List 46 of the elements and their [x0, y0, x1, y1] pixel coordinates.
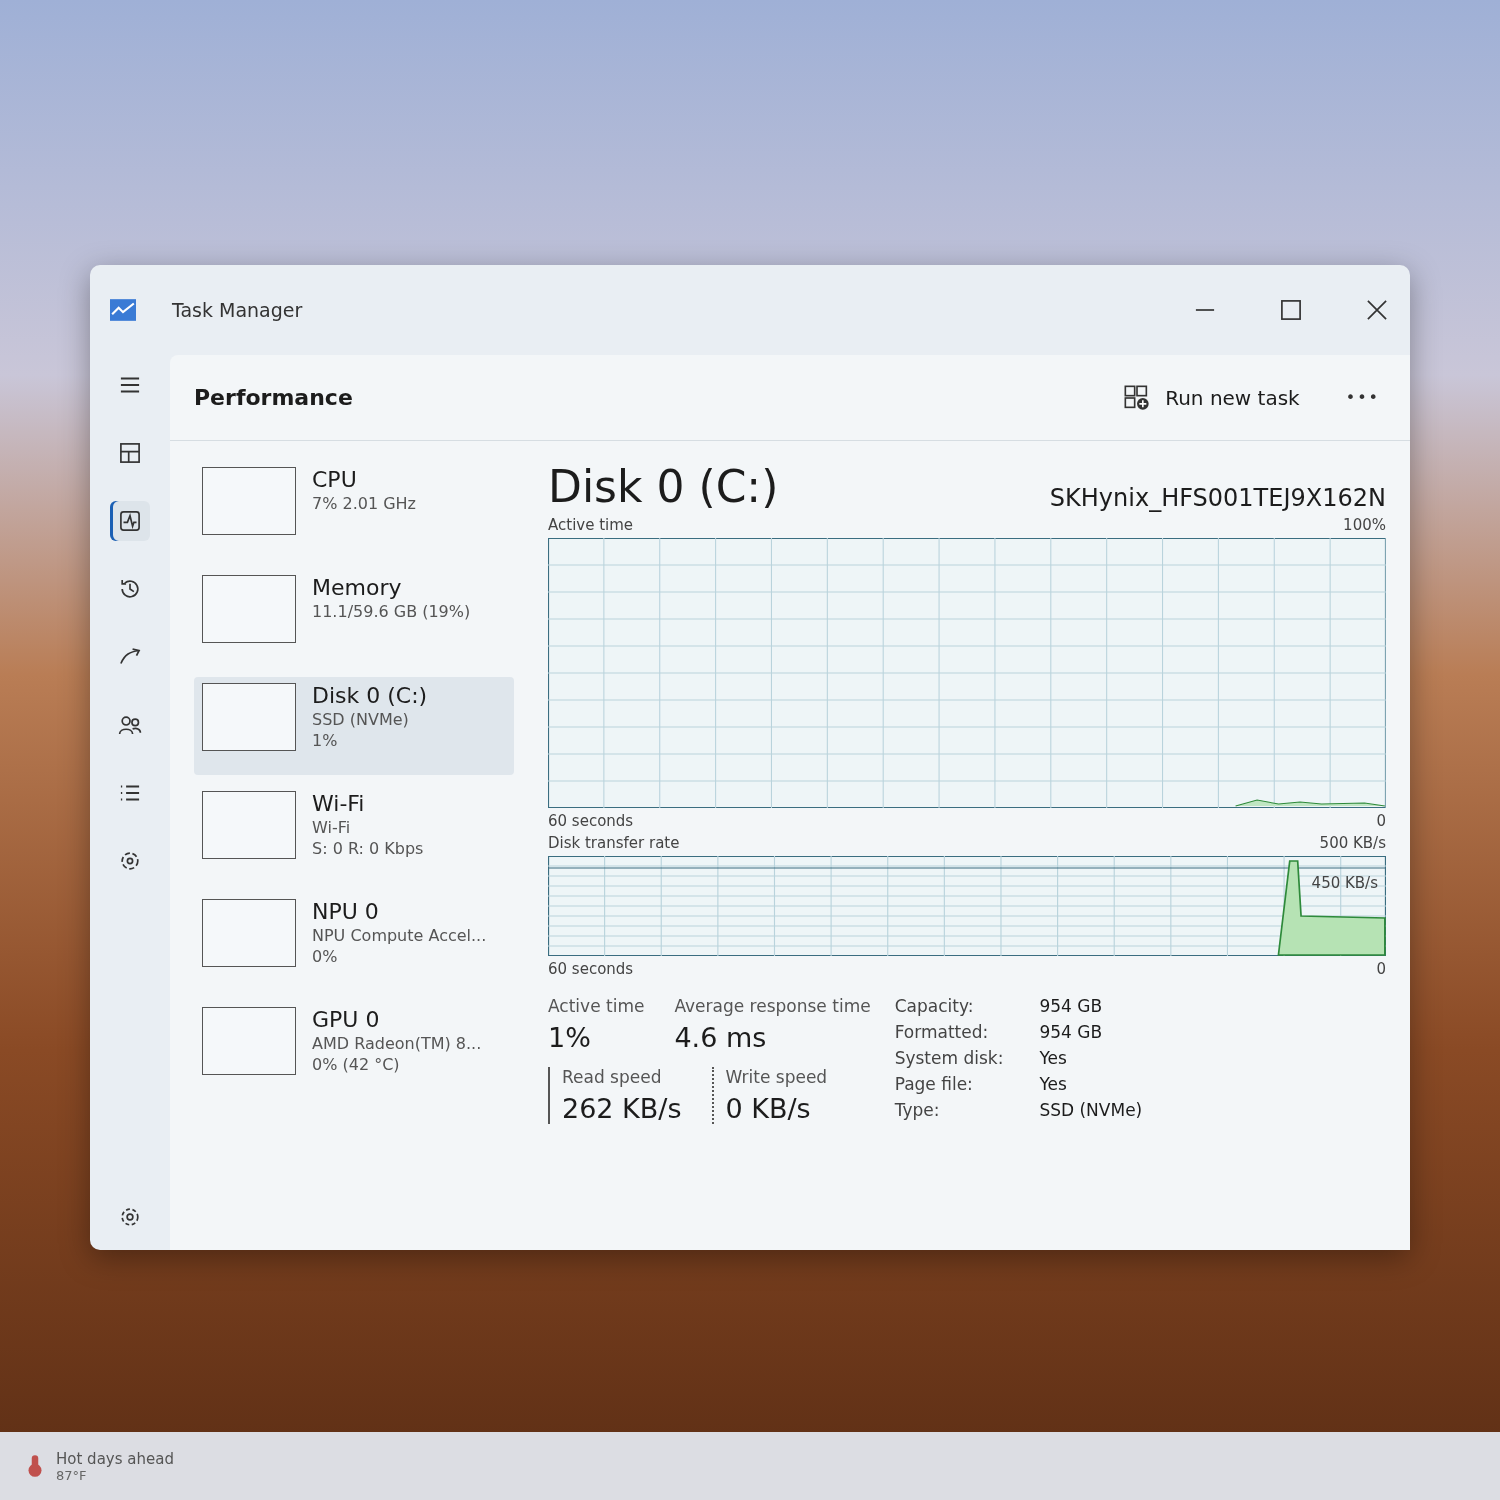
temperature-text: 87°F [56, 1467, 88, 1483]
performance-nav-icon[interactable] [110, 501, 150, 541]
graph-label: Disk transfer rate [548, 834, 680, 852]
property-label: System disk: [894, 1048, 1004, 1068]
device-item[interactable]: NPU 0 NPU Compute Accel... 0% [194, 893, 514, 991]
device-item[interactable]: Disk 0 (C:) SSD (NVMe) 1% [194, 677, 514, 775]
graph-min-label: 0 [1376, 812, 1386, 830]
device-item[interactable]: GPU 0 AMD Radeon(TM) 8... 0% (42 °C) [194, 1001, 514, 1099]
time-span-label: 60 seconds [548, 960, 634, 978]
property-label: Type: [894, 1100, 941, 1120]
graph-label: Active time [548, 516, 634, 534]
property-label: Capacity: [894, 996, 975, 1016]
property-value: SSD (NVMe) [1039, 1100, 1143, 1120]
stat-label: Write speed [725, 1067, 828, 1087]
property-value: 954 GB [1039, 1022, 1104, 1042]
disk-title: Disk 0 (C:) [548, 461, 779, 512]
graph-scale-label: 450 KB/s [1311, 874, 1378, 892]
stat-value: 0 KB/s [725, 1093, 812, 1124]
graph-min-label: 0 [1376, 960, 1386, 978]
maximize-icon[interactable] [1278, 297, 1304, 323]
property-value: 954 GB [1039, 996, 1104, 1016]
disk-model: SKHynix_HFS001TEJ9X162N [1049, 484, 1386, 512]
app-icon [110, 299, 136, 321]
property-value: Yes [1039, 1074, 1068, 1094]
stat-value: 1% [548, 1022, 592, 1053]
graph-max-label: 100% [1343, 516, 1386, 534]
close-icon[interactable] [1364, 297, 1390, 323]
property-label: Formatted: [894, 1022, 990, 1042]
stat-label: Average response time [674, 996, 871, 1016]
device-item[interactable]: Memory 11.1/59.6 GB (19%) [194, 569, 514, 667]
graph-max-label: 500 KB/s [1319, 834, 1386, 852]
stat-label: Read speed [562, 1067, 663, 1087]
device-item[interactable]: Wi-Fi Wi-Fi S: 0 R: 0 Kbps [194, 785, 514, 883]
new-task-icon [1123, 383, 1152, 412]
page-title: Performance [194, 385, 353, 410]
stat-value: 262 KB/s [562, 1093, 682, 1124]
stat-value: 4.6 ms [674, 1022, 768, 1053]
time-span-label: 60 seconds [548, 812, 634, 830]
stat-label: Active time [548, 996, 645, 1016]
property-label: Page file: [894, 1074, 974, 1094]
weather-text[interactable]: Hot days ahead [56, 1449, 174, 1468]
device-item[interactable]: CPU 7% 2.01 GHz [194, 461, 514, 559]
more-button[interactable]: ••• [1339, 387, 1386, 408]
window-title: Task Manager [172, 299, 303, 321]
property-value: Yes [1039, 1048, 1068, 1068]
run-new-task-button[interactable]: Run new task [1113, 377, 1310, 418]
